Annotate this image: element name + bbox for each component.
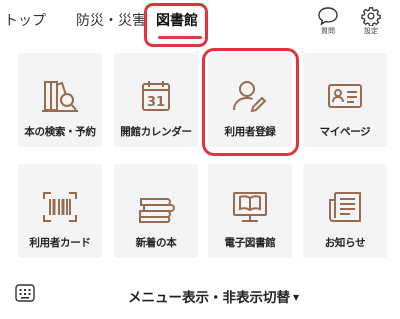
gear-icon: [361, 7, 381, 26]
bottom-bar: メニュー表示・非表示切替 ▼: [0, 274, 400, 319]
menu-tile-label: 新着の本: [135, 237, 177, 249]
menu-tile-book-search[interactable]: 本の検索・予約: [18, 53, 102, 147]
question-label: 質問: [321, 27, 335, 35]
menu-tile-label: 利用者カード: [29, 237, 91, 249]
calendar-31-icon: 31: [139, 79, 173, 113]
settings-button[interactable]: 設定: [356, 6, 386, 36]
id-card-icon: [326, 79, 364, 113]
menu-tile-label: お知らせ: [324, 237, 366, 249]
barcode-scan-icon: [41, 190, 79, 224]
newspaper-icon: [326, 190, 364, 224]
monitor-book-icon: [231, 190, 269, 224]
user-edit-icon: [231, 79, 269, 113]
tab-top[interactable]: トップ: [4, 12, 46, 30]
menu-tile-calendar[interactable]: 31 開館カレンダー: [114, 53, 198, 147]
menu-tile-news[interactable]: お知らせ: [303, 164, 387, 258]
menu-tile-label: 開館カレンダー: [120, 126, 192, 138]
chat-bubble-icon: [318, 7, 338, 26]
active-tab-indicator: [158, 36, 202, 39]
menu-toggle-label: メニュー表示・非表示切替: [128, 290, 290, 306]
book-stack-icon: [136, 190, 176, 224]
menu-tile-e-library[interactable]: 電子図書館: [208, 164, 292, 258]
top-tab-bar: トップ 防災・災害 図書館 質問 設定: [0, 0, 400, 48]
menu-tile-new-books[interactable]: 新着の本: [114, 164, 198, 258]
tab-library[interactable]: 図書館: [156, 12, 198, 30]
menu-tile-mypage[interactable]: マイページ: [303, 53, 387, 147]
tab-disaster[interactable]: 防災・災害: [76, 12, 146, 30]
menu-tile-user-card[interactable]: 利用者カード: [18, 164, 102, 258]
menu-tile-label: マイページ: [319, 126, 371, 138]
calendar-day-number: 31: [147, 95, 165, 110]
keyboard-icon[interactable]: [15, 284, 35, 306]
question-button[interactable]: 質問: [313, 6, 343, 36]
book-search-icon: [40, 79, 80, 113]
caret-down-icon: ▼: [293, 293, 300, 302]
menu-tile-label: 電子図書館: [224, 237, 276, 249]
menu-tile-label: 利用者登録: [224, 126, 276, 138]
menu-toggle-button[interactable]: メニュー表示・非表示切替 ▼: [128, 286, 299, 306]
menu-tile-user-registration[interactable]: 利用者登録: [208, 53, 292, 147]
settings-label: 設定: [364, 27, 378, 35]
menu-tile-label: 本の検索・予約: [24, 126, 96, 138]
